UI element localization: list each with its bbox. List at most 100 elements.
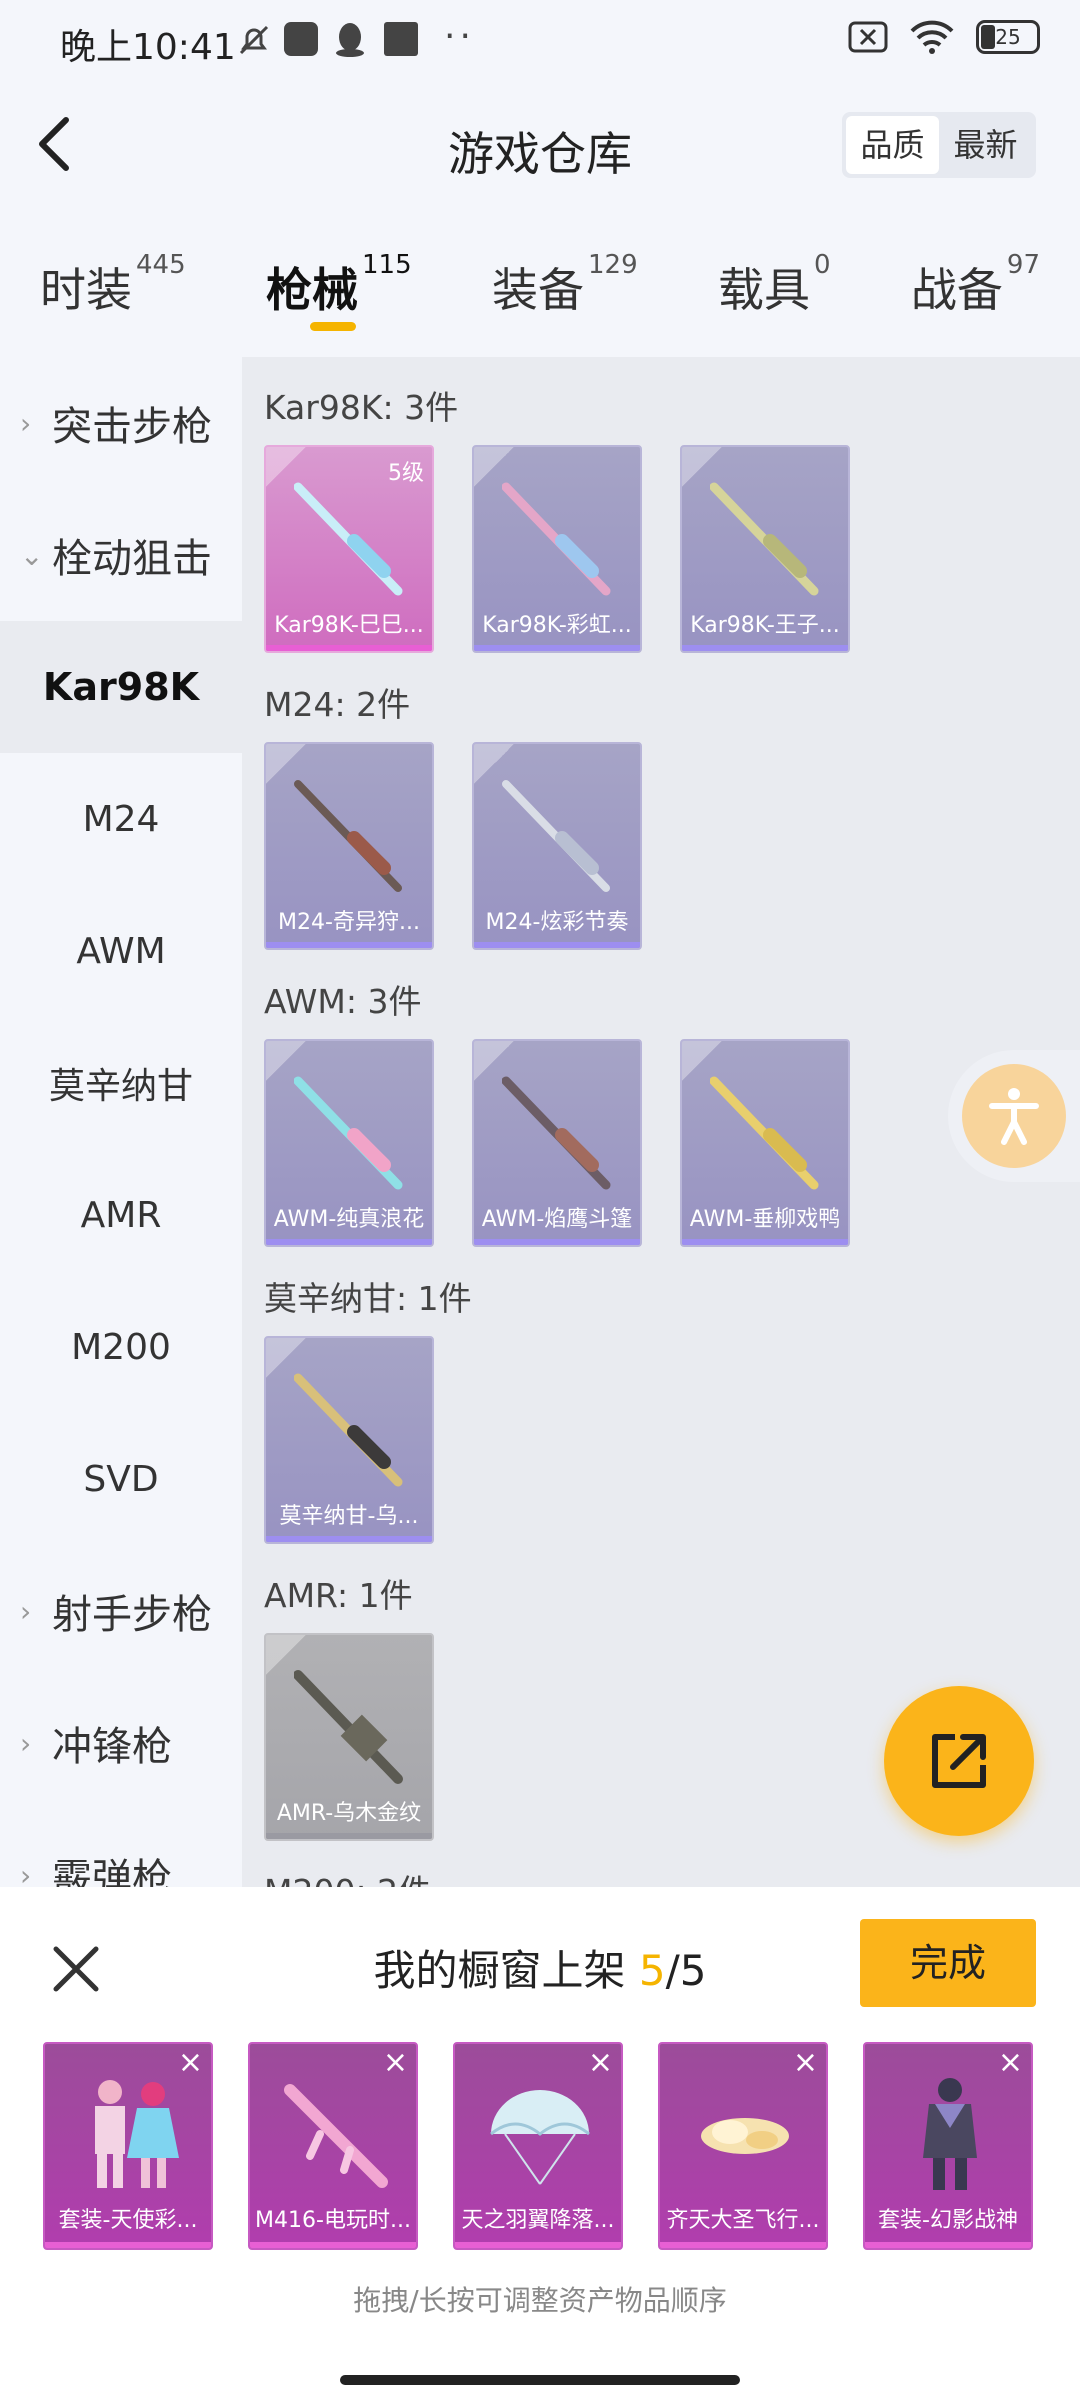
home-indicator[interactable] <box>340 2375 740 2385</box>
sort-latest-button[interactable]: 最新 <box>939 116 1032 174</box>
showcase-item[interactable]: × 套装-天使彩... <box>43 2042 213 2250</box>
quality-bar <box>660 2242 826 2248</box>
rifle-icon <box>284 2084 388 2188</box>
no-sim-icon <box>848 21 888 53</box>
weapon-card[interactable]: AMR-乌木金纹 <box>264 1633 434 1841</box>
tab-count: 0 <box>814 250 831 280</box>
group-title-awm: AWM: 3件 <box>264 982 422 1021</box>
tab-equipment[interactable]: 装备 129 <box>492 212 638 357</box>
remove-icon[interactable]: × <box>998 2048 1023 2078</box>
weapon-card[interactable]: AWM-焰鹰斗篷 <box>472 1039 642 1247</box>
weapon-name: AWM-焰鹰斗篷 <box>481 1207 633 1232</box>
rifle-icon <box>502 780 610 892</box>
tab-label: 装备 <box>492 263 584 317</box>
outfit-icon <box>923 2078 977 2190</box>
quality-bar <box>455 2242 621 2248</box>
sidebar-item-label: 冲锋枪 <box>52 1724 172 1770</box>
quality-bar <box>266 645 432 651</box>
remove-icon[interactable]: × <box>383 2048 408 2078</box>
chevron-right-icon: › <box>20 1858 32 1888</box>
rifle-icon <box>294 780 402 892</box>
tab-underline <box>310 322 356 331</box>
showcase-count: 5 <box>638 1946 666 1995</box>
weapon-card[interactable]: Kar98K-王子... <box>680 445 850 653</box>
battery-icon: 25 <box>976 20 1040 54</box>
sidebar-item-bolt-sniper[interactable]: ⌄ 栓动狙击 <box>0 489 242 621</box>
weapon-card[interactable]: M24-炫彩节奏 <box>472 742 642 950</box>
group-title-m24: M24: 2件 <box>264 685 411 724</box>
remove-icon[interactable]: × <box>793 2048 818 2078</box>
sidebar-item-label: SVD <box>83 1458 159 1500</box>
share-button[interactable] <box>884 1686 1034 1836</box>
sidebar-item-label: 射手步枪 <box>52 1592 212 1638</box>
rifle-icon <box>294 1076 403 1190</box>
showcase-item-name: 天之羽翼降落... <box>461 2208 615 2233</box>
quality-bar <box>865 2242 1031 2248</box>
sidebar-item-awm[interactable]: AWM <box>0 885 242 1017</box>
showcase-item[interactable]: × 齐天大圣飞行... <box>658 2042 828 2250</box>
quality-bar <box>45 2242 211 2248</box>
sidebar-item-svd[interactable]: SVD <box>0 1413 242 1545</box>
weapon-name: M24-炫彩节奏 <box>485 910 629 935</box>
showcase-item[interactable]: × 套装-幻影战神 <box>863 2042 1033 2250</box>
tab-guns[interactable]: 枪械 115 <box>266 212 412 357</box>
remove-icon[interactable]: × <box>588 2048 613 2078</box>
status-bar: 晚上10:41 ·· 25 <box>0 0 1080 82</box>
rifle-icon <box>710 482 819 596</box>
quality-bar <box>266 942 432 948</box>
tab-vehicles[interactable]: 载具 0 <box>718 212 831 357</box>
tab-label: 枪械 <box>266 263 358 317</box>
sidebar-item-kar98k[interactable]: Kar98K <box>0 621 242 753</box>
tab-label: 载具 <box>718 263 810 317</box>
showcase-title-text: 我的橱窗上架 <box>373 1946 639 1995</box>
accessibility-float-button[interactable] <box>948 1050 1080 1182</box>
quality-bar <box>474 1239 640 1245</box>
app-notification-icon-2 <box>384 22 418 56</box>
showcase-item[interactable]: × 天之羽翼降落... <box>453 2042 623 2250</box>
sidebar-item-label: 霰弹枪 <box>52 1856 172 1887</box>
weapon-card[interactable]: M24-奇异狩... <box>264 742 434 950</box>
level-badge: 5级 <box>388 461 424 486</box>
rifle-icon <box>710 1076 819 1190</box>
weapon-card[interactable]: 莫辛纳甘-乌... <box>264 1336 434 1544</box>
chevron-right-icon: › <box>20 1594 32 1628</box>
cloud-icon <box>701 2118 789 2154</box>
sidebar-item-label: 突击步枪 <box>52 404 212 450</box>
sidebar-item-smg[interactable]: › 冲锋枪 <box>0 1677 242 1809</box>
rifle-icon <box>294 1373 403 1487</box>
quality-bar <box>474 942 640 948</box>
rifle-icon <box>294 482 403 596</box>
parachute-icon <box>490 2090 590 2185</box>
showcase-item[interactable]: × M416-电玩时... <box>248 2042 418 2250</box>
sidebar-item-mosin[interactable]: 莫辛纳甘 <box>0 1017 242 1149</box>
sidebar-item-label: M200 <box>71 1326 171 1368</box>
sidebar-item-shotgun[interactable]: › 霰弹枪 <box>0 1809 242 1887</box>
weapon-name: Kar98K-王子... <box>690 613 840 638</box>
rifle-icon <box>294 1670 403 1784</box>
weapon-card[interactable]: Kar98K-彩虹... <box>472 445 642 653</box>
tab-label: 时装 <box>40 263 132 317</box>
weapon-card[interactable]: AWM-纯真浪花 <box>264 1039 434 1247</box>
group-title-kar98k: Kar98K: 3件 <box>264 388 459 427</box>
quality-bar <box>266 1239 432 1245</box>
chevron-right-icon: › <box>20 406 32 440</box>
remove-icon[interactable]: × <box>178 2048 203 2078</box>
done-button[interactable]: 完成 <box>860 1919 1036 2007</box>
rifle-icon <box>502 1076 611 1190</box>
sidebar-item-amr[interactable]: AMR <box>0 1149 242 1281</box>
sidebar-item-m200[interactable]: M200 <box>0 1281 242 1413</box>
weapon-card[interactable]: 5级 Kar98K-巳巳... <box>264 445 434 653</box>
weapon-name: AWM-垂柳戏鸭 <box>689 1207 841 1232</box>
group-title-m200: M200: 2件 <box>264 1865 431 1887</box>
weapon-type-sidebar: › 突击步枪 ⌄ 栓动狙击 Kar98K M24 AWM 莫辛纳甘 AMR M200… <box>0 357 242 1887</box>
sidebar-item-label: AMR <box>80 1194 162 1236</box>
sidebar-item-marksman-rifle[interactable]: › 射手步枪 <box>0 1545 242 1677</box>
tab-label: 战备 <box>910 263 1003 317</box>
sort-quality-button[interactable]: 品质 <box>846 116 939 174</box>
tab-supplies[interactable]: 战备 97 <box>911 212 1040 357</box>
weapon-name: AWM-纯真浪花 <box>273 1207 425 1232</box>
sidebar-item-assault-rifle[interactable]: › 突击步枪 <box>0 357 242 489</box>
weapon-card[interactable]: AWM-垂柳戏鸭 <box>680 1039 850 1247</box>
sidebar-item-m24[interactable]: M24 <box>0 753 242 885</box>
tab-fashion[interactable]: 时装 445 <box>40 212 186 357</box>
